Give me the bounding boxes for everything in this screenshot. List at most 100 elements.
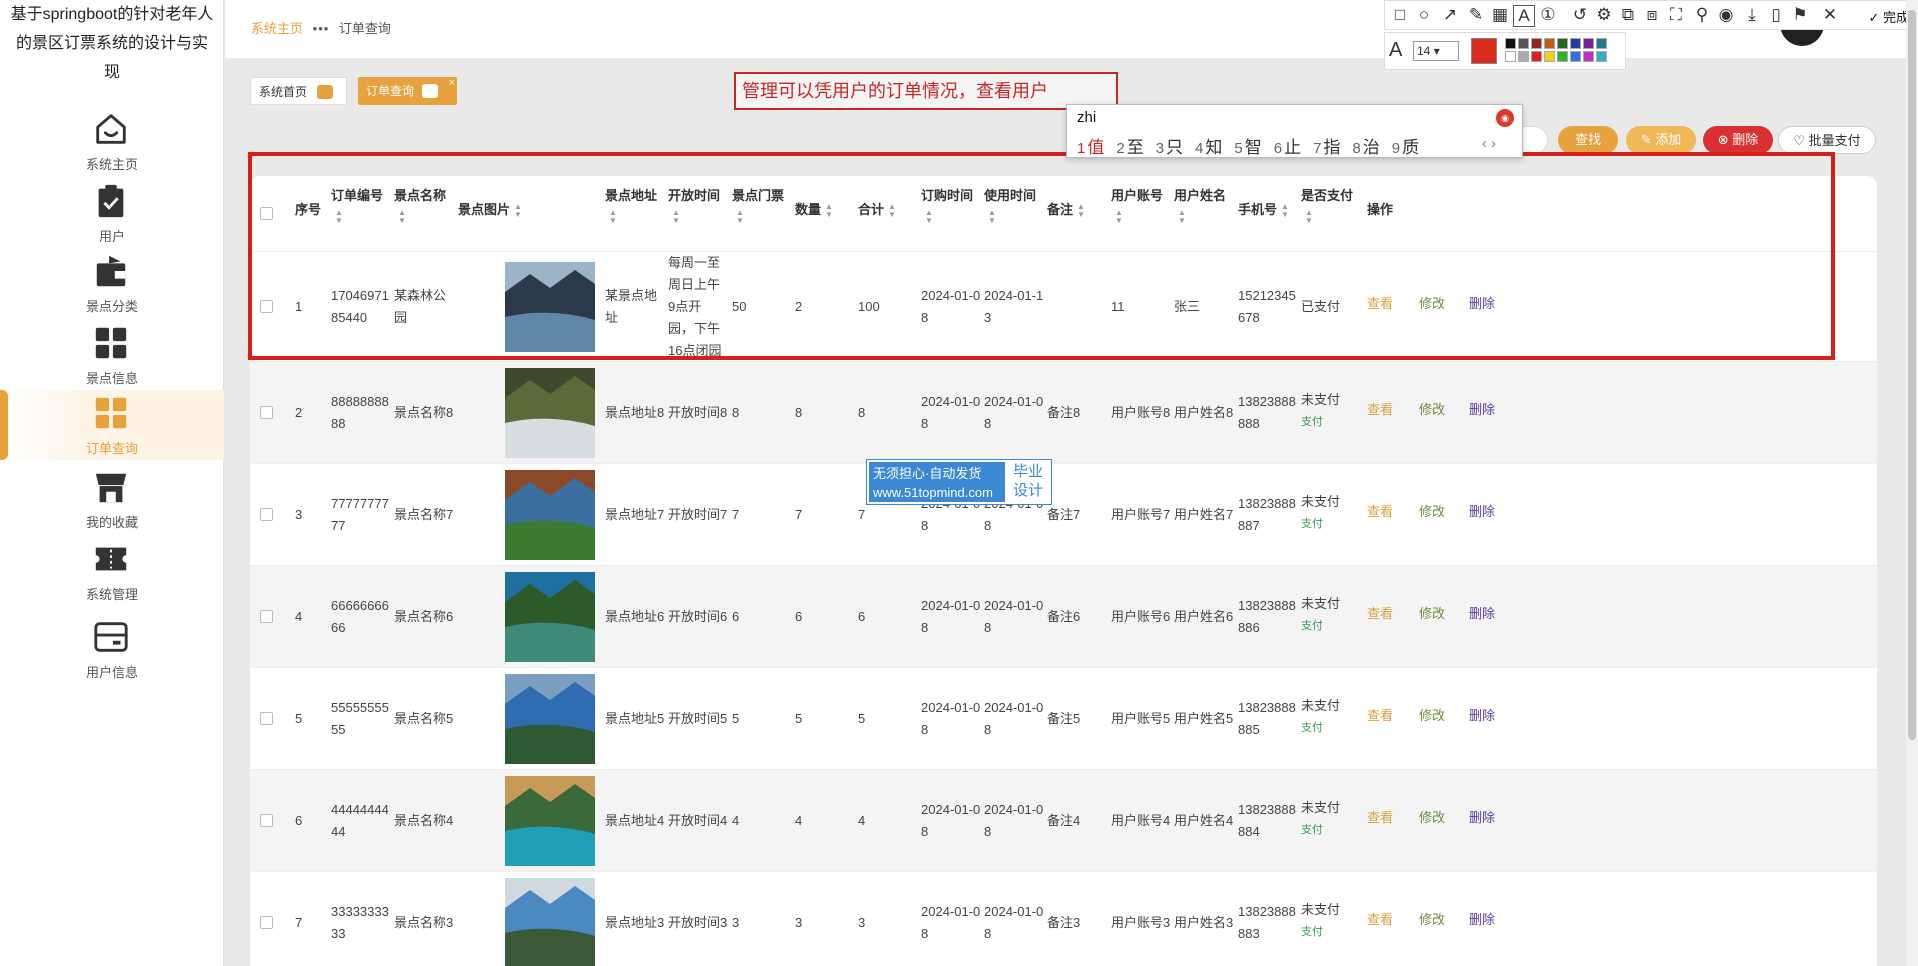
sidebar-item-3[interactable]: 景点信息	[0, 320, 224, 390]
sidebar-item-5[interactable]: 我的收藏	[0, 464, 224, 534]
sidebar-item-4[interactable]: 订单查询	[0, 390, 224, 460]
color-swatch[interactable]	[1531, 51, 1542, 62]
ellipse-tool-icon[interactable]: ○	[1413, 5, 1435, 25]
view-link[interactable]: 查看	[1367, 705, 1393, 724]
pay-link[interactable]: 支付	[1301, 921, 1361, 943]
delete-link[interactable]: 删除	[1469, 807, 1495, 826]
ime-candidate[interactable]: 8治	[1352, 138, 1379, 157]
row-checkbox[interactable]	[260, 406, 273, 419]
ime-candidate[interactable]: 6止	[1274, 138, 1301, 157]
sidebar-item-7[interactable]: 用户信息	[0, 614, 224, 684]
sort-icon[interactable]: ▲ ▼	[825, 202, 833, 219]
delete-link[interactable]: 删除	[1469, 399, 1495, 418]
color-swatch[interactable]	[1583, 38, 1594, 49]
pay-link[interactable]: 支付	[1301, 615, 1361, 637]
view-link[interactable]: 查看	[1367, 501, 1393, 520]
pen-tool-icon[interactable]: ✎	[1465, 5, 1487, 25]
breadcrumb-home[interactable]: 系统主页	[251, 21, 303, 36]
delete-link[interactable]: 删除	[1469, 909, 1495, 928]
tab-order-query[interactable]: 订单查询 ×	[358, 77, 457, 105]
color-swatch[interactable]	[1505, 38, 1516, 49]
sort-icon[interactable]: ▲ ▼	[1281, 202, 1289, 219]
text-tool-icon[interactable]: A	[1513, 5, 1535, 27]
column-header[interactable]: 订单编号 ▲ ▼	[331, 186, 391, 226]
color-swatch[interactable]	[1596, 38, 1607, 49]
sort-icon[interactable]: ▲ ▼	[398, 208, 406, 225]
column-header[interactable]: 订购时间 ▲ ▼	[921, 186, 981, 226]
arrow-tool-icon[interactable]: ↗	[1439, 5, 1461, 25]
column-header[interactable]: 用户账号 ▲ ▼	[1111, 186, 1171, 226]
edit-link[interactable]: 修改	[1419, 705, 1445, 724]
number-tool-icon[interactable]: ①	[1537, 5, 1559, 25]
delete-button[interactable]: ⊗ 删除	[1703, 126, 1773, 154]
delete-link[interactable]: 删除	[1469, 705, 1495, 724]
annotation-text-box[interactable]: 管理可以凭用户的订单情况，查看用户	[734, 72, 1118, 110]
row-checkbox[interactable]	[260, 916, 273, 929]
view-link[interactable]: 查看	[1367, 909, 1393, 928]
ime-candidate[interactable]: 9质	[1392, 138, 1419, 157]
color-swatch[interactable]	[1544, 38, 1555, 49]
scan-icon[interactable]: ⛶	[1665, 5, 1687, 25]
sort-icon[interactable]: ▲ ▼	[1178, 208, 1186, 225]
color-swatch[interactable]	[1583, 51, 1594, 62]
sort-icon[interactable]: ▲ ▼	[888, 202, 896, 219]
page-scrollbar[interactable]	[1906, 0, 1918, 966]
scrollbar-thumb[interactable]	[1908, 10, 1916, 740]
color-swatch[interactable]	[1518, 38, 1529, 49]
rectangle-tool-icon[interactable]: □	[1389, 5, 1411, 25]
column-header[interactable]: 景点地址 ▲ ▼	[605, 186, 665, 226]
bookmark-icon[interactable]: ⚑	[1789, 5, 1811, 25]
sort-icon[interactable]: ▲ ▼	[925, 208, 933, 225]
sort-icon[interactable]: ▲ ▼	[609, 208, 617, 225]
column-header[interactable]: 合计 ▲ ▼	[858, 200, 918, 220]
sidebar-item-6[interactable]: 系统管理	[0, 536, 224, 606]
tab-system-home[interactable]: 系统首页	[250, 77, 347, 105]
column-header[interactable]: 是否支付 ▲ ▼	[1301, 186, 1361, 226]
phone-icon[interactable]: ▯	[1765, 5, 1787, 25]
sort-icon[interactable]: ▲ ▼	[1305, 208, 1313, 225]
delete-link[interactable]: 删除	[1469, 293, 1495, 312]
sort-icon[interactable]: ▲ ▼	[514, 202, 522, 219]
edit-link[interactable]: 修改	[1419, 807, 1445, 826]
record-icon[interactable]: ◉	[1715, 5, 1737, 25]
sort-icon[interactable]: ▲ ▼	[1077, 202, 1085, 219]
ime-candidate[interactable]: 3只	[1156, 138, 1183, 157]
sort-icon[interactable]: ▲ ▼	[672, 208, 680, 225]
color-swatch[interactable]	[1531, 38, 1542, 49]
ime-candidate[interactable]: 5智	[1234, 138, 1261, 157]
color-swatch[interactable]	[1596, 51, 1607, 62]
font-size-select[interactable]: 14 ▾	[1413, 41, 1459, 61]
color-swatch[interactable]	[1557, 38, 1568, 49]
view-link[interactable]: 查看	[1367, 293, 1393, 312]
sort-icon[interactable]: ▲ ▼	[736, 208, 744, 225]
row-checkbox[interactable]	[260, 508, 273, 521]
edit-link[interactable]: 修改	[1419, 501, 1445, 520]
column-header[interactable]: 备注 ▲ ▼	[1047, 200, 1107, 220]
column-header[interactable]: 景点图片 ▲ ▼	[458, 200, 588, 220]
row-checkbox[interactable]	[260, 610, 273, 623]
column-header[interactable]: 用户姓名 ▲ ▼	[1174, 186, 1234, 226]
color-swatch[interactable]	[1544, 51, 1555, 62]
sort-icon[interactable]: ▲ ▼	[988, 208, 996, 225]
edit-link[interactable]: 修改	[1419, 293, 1445, 312]
ime-candidate[interactable]: 7指	[1313, 138, 1340, 157]
pay-link[interactable]: 支付	[1301, 717, 1361, 739]
color-swatch[interactable]	[1518, 51, 1529, 62]
sidebar-item-2[interactable]: 景点分类	[0, 248, 224, 318]
sort-icon[interactable]: ▲ ▼	[335, 208, 343, 225]
view-link[interactable]: 查看	[1367, 807, 1393, 826]
add-button[interactable]: ✎ 添加	[1626, 126, 1696, 154]
column-header[interactable]: 景点门票 ▲ ▼	[732, 186, 792, 226]
column-header[interactable]: 手机号 ▲ ▼	[1238, 200, 1298, 220]
undo-icon[interactable]: ↺	[1569, 5, 1591, 25]
translate-icon[interactable]: ⧉	[1617, 5, 1639, 25]
pin-tool-icon[interactable]: ⚲	[1691, 5, 1713, 25]
find-button[interactable]: 查找	[1558, 126, 1618, 154]
row-checkbox[interactable]	[260, 814, 273, 827]
edit-link[interactable]: 修改	[1419, 603, 1445, 622]
row-checkbox[interactable]	[260, 300, 273, 313]
pay-link[interactable]: 支付	[1301, 819, 1361, 841]
color-swatch[interactable]	[1570, 38, 1581, 49]
sort-icon[interactable]: ▲ ▼	[1115, 208, 1123, 225]
color-swatch[interactable]	[1557, 51, 1568, 62]
